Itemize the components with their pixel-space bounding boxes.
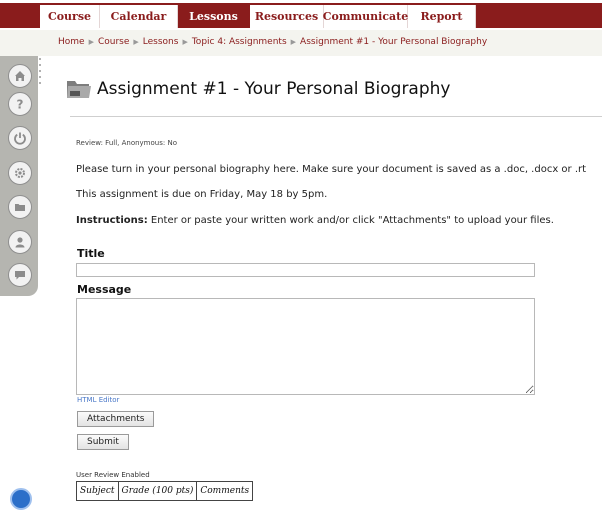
breadcrumb-separator-icon: ▶ — [182, 38, 188, 46]
breadcrumb: Home ▶ Course ▶ Lessons ▶ Topic 4: Assig… — [58, 37, 487, 47]
tab-course[interactable]: Course — [40, 5, 100, 28]
breadcrumb-separator-icon: ▶ — [290, 38, 297, 46]
nav-tabs: Course Calendar Lessons Resources Commun… — [40, 5, 476, 28]
breadcrumb-home[interactable]: Home — [58, 37, 85, 47]
message-label: Message — [77, 283, 132, 296]
help-icon[interactable]: ? — [8, 92, 32, 116]
user-review-label: User Review Enabled — [76, 471, 150, 479]
info-icon[interactable] — [10, 488, 32, 510]
left-toolbar: ? — [0, 56, 38, 296]
tab-calendar[interactable]: Calendar — [100, 5, 178, 28]
instructions-label: Instructions: — [76, 215, 148, 226]
instructions-text: Instructions: Enter or paste your writte… — [76, 215, 554, 226]
column-header-comments: Comments — [196, 481, 254, 501]
breadcrumb-lessons[interactable]: Lessons — [143, 37, 179, 47]
svg-text:?: ? — [17, 98, 24, 112]
tab-report[interactable]: Report — [408, 5, 476, 28]
review-settings: Review: Full, Anonymous: No — [76, 139, 177, 147]
toolbar-grip[interactable] — [38, 58, 42, 88]
due-date-text: This assignment is due on Friday, May 18… — [76, 189, 328, 200]
breadcrumb-course[interactable]: Course — [98, 37, 129, 47]
power-icon[interactable] — [8, 126, 32, 150]
header-divider — [70, 116, 602, 117]
assignment-folder-icon — [67, 81, 91, 98]
user-review-table: Subject Grade (100 pts) Comments — [76, 481, 254, 501]
page-title: Assignment #1 - Your Personal Biography — [97, 79, 451, 99]
breadcrumb-assignment[interactable]: Assignment #1 - Your Personal Biography — [300, 37, 487, 47]
instructions-body: Enter or paste your written work and/or … — [147, 215, 554, 226]
nav-bar-tail — [488, 5, 602, 28]
tab-lessons[interactable]: Lessons — [178, 5, 250, 28]
chat-icon[interactable] — [8, 263, 32, 287]
submit-button[interactable]: Submit — [77, 434, 129, 450]
tab-communicate[interactable]: Communicate — [323, 5, 408, 28]
top-navigation: Course Calendar Lessons Resources Commun… — [0, 0, 602, 28]
folder-icon[interactable] — [8, 195, 32, 219]
user-icon[interactable] — [8, 230, 32, 254]
attachments-button[interactable]: Attachments — [77, 411, 155, 427]
tab-resources[interactable]: Resources — [250, 5, 324, 28]
title-input[interactable] — [76, 263, 535, 277]
title-label: Title — [77, 247, 105, 260]
breadcrumb-topic[interactable]: Topic 4: Assignments — [192, 37, 287, 47]
column-header-subject: Subject — [76, 481, 119, 501]
html-editor-link[interactable]: HTML Editor — [77, 396, 119, 404]
breadcrumb-separator-icon: ▶ — [133, 38, 139, 46]
message-textarea[interactable] — [76, 298, 535, 395]
assignment-description: Please turn in your personal biography h… — [76, 164, 587, 175]
table-header-row: Subject Grade (100 pts) Comments — [76, 481, 254, 501]
breadcrumb-separator-icon: ▶ — [88, 38, 94, 46]
home-icon[interactable] — [8, 64, 32, 88]
column-header-grade: Grade (100 pts) — [117, 481, 198, 501]
gear-icon[interactable] — [8, 161, 32, 185]
